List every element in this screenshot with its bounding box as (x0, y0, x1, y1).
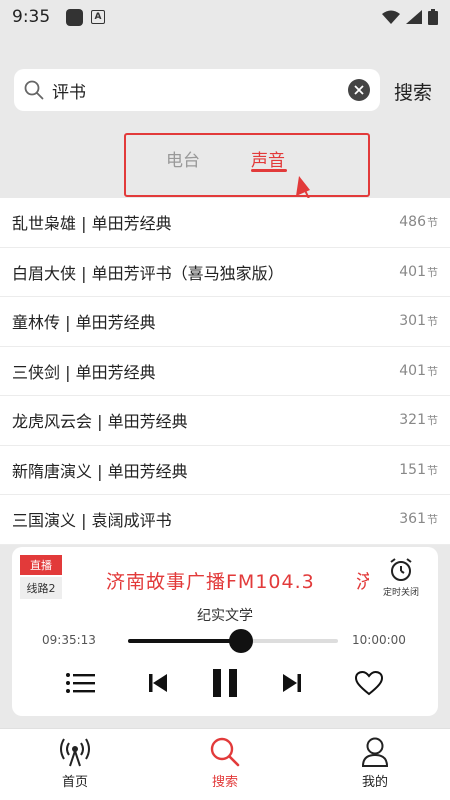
next-button[interactable] (278, 667, 306, 699)
item-title: 新隋唐演义 | 单田芳经典 (12, 461, 188, 481)
nav-item-profile[interactable]: 我的 (300, 729, 450, 800)
pause-button[interactable] (208, 667, 242, 699)
playlist-button[interactable] (64, 667, 96, 699)
list-item[interactable]: 龙虎风云会 | 单田芳经典 321 节 (0, 396, 450, 446)
user-icon (361, 737, 389, 767)
status-time: 9:35 (12, 7, 51, 27)
battery-icon (428, 9, 438, 25)
live-badge: 直播 (20, 555, 62, 575)
item-count: 361 (399, 511, 426, 528)
item-title: 三国演义 | 袁阔成评书 (12, 511, 172, 531)
list-item[interactable]: 白眉大侠 | 单田芳评书（喜马独家版） 401 节 (0, 248, 450, 297)
skip-forward-icon (283, 674, 301, 692)
clear-search-button[interactable] (348, 79, 370, 101)
list-icon (66, 673, 95, 693)
station-title-marquee: 济 (356, 571, 376, 593)
item-title: 乱世枭雄 | 单田芳经典 (12, 214, 172, 234)
item-count: 401 (399, 263, 426, 280)
list-item[interactable]: 三国演义 | 袁阔成评书 361 节 (0, 495, 450, 545)
item-title: 白眉大侠 | 单田芳评书（喜马独家版） (12, 263, 284, 283)
end-time: 10:00:00 (352, 633, 406, 647)
search-button[interactable]: 搜索 (394, 78, 432, 105)
skip-back-icon (149, 674, 167, 692)
status-bar: 9:35 A (0, 0, 450, 34)
radio-tower-icon (60, 738, 90, 767)
item-count: 401 (399, 362, 426, 379)
current-time: 09:35:13 (42, 633, 96, 647)
item-count: 151 (399, 461, 426, 478)
list-item[interactable]: 新隋唐演义 | 单田芳经典 151 节 (0, 446, 450, 495)
pause-icon (213, 669, 237, 697)
item-unit: 节 (427, 513, 438, 527)
sleep-timer-label: 定时关闭 (382, 588, 419, 598)
sleep-timer-button[interactable]: 定时关闭 (378, 557, 424, 598)
bottom-nav: 首页 搜索 我的 (0, 728, 450, 800)
heart-icon (354, 670, 384, 696)
close-icon (354, 85, 364, 95)
item-unit: 节 (427, 414, 438, 428)
nav-label: 首页 (61, 775, 88, 790)
item-unit: 节 (427, 463, 438, 477)
result-list: 乱世枭雄 | 单田芳经典 486 节 白眉大侠 | 单田芳评书（喜马独家版） 40… (0, 198, 450, 545)
station-title: 济南故事广播FM104.3 (106, 571, 315, 593)
search-icon (210, 737, 240, 767)
item-title: 龙虎风云会 | 单田芳经典 (12, 412, 188, 432)
line-select-button[interactable]: 线路2 (20, 577, 62, 599)
nav-label: 我的 (361, 775, 388, 790)
list-item[interactable]: 乱世枭雄 | 单田芳经典 486 节 (0, 198, 450, 248)
tab-radio[interactable]: 电台 (166, 146, 200, 171)
notification-app-icon (66, 8, 83, 26)
list-item[interactable]: 三侠剑 | 单田芳经典 401 节 (0, 347, 450, 396)
search-input[interactable] (52, 80, 332, 100)
progress-slider[interactable] (128, 629, 338, 653)
item-title: 童林传 | 单田芳经典 (12, 313, 156, 333)
search-icon (24, 80, 44, 100)
nav-item-home[interactable]: 首页 (0, 729, 150, 800)
tab-audio[interactable]: 声音 (251, 146, 285, 171)
notification-a-icon: A (91, 10, 105, 24)
item-count: 486 (399, 214, 426, 231)
item-count: 321 (399, 412, 426, 429)
mini-player: 直播 线路2 济南故事广播FM104.3 济 定时关闭 纪实文学 09:35:1… (12, 547, 438, 716)
nav-label: 搜索 (211, 775, 238, 790)
previous-button[interactable] (144, 667, 172, 699)
item-unit: 节 (427, 265, 438, 279)
program-name: 纪实文学 (197, 608, 253, 624)
progress-thumb[interactable] (229, 629, 254, 653)
signal-icon (406, 10, 422, 24)
item-unit: 节 (427, 315, 438, 329)
wifi-icon (382, 10, 400, 24)
nav-item-search[interactable]: 搜索 (150, 729, 300, 800)
item-count: 301 (399, 313, 426, 330)
alarm-clock-icon (390, 558, 412, 581)
item-title: 三侠剑 | 单田芳经典 (12, 362, 156, 382)
active-tab-indicator (251, 169, 287, 172)
progress-fill (128, 639, 242, 643)
search-box[interactable] (14, 69, 380, 111)
item-unit: 节 (427, 364, 438, 378)
list-item[interactable]: 童林传 | 单田芳经典 301 节 (0, 297, 450, 347)
favorite-button[interactable] (354, 667, 384, 699)
item-unit: 节 (427, 216, 438, 230)
